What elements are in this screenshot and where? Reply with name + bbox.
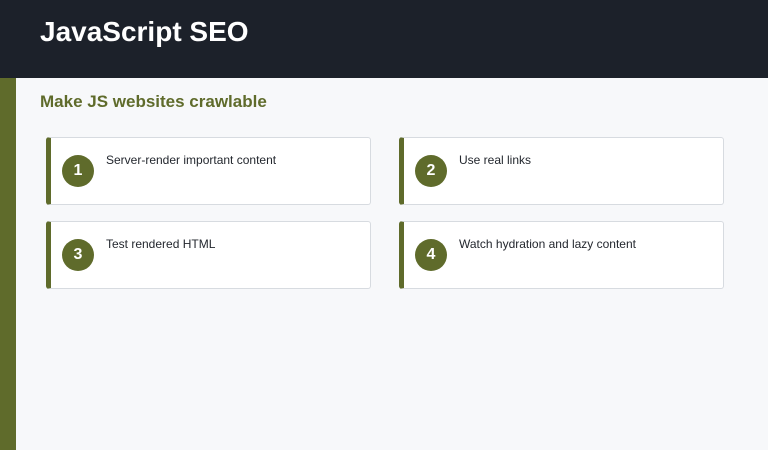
header-bar: JavaScript SEO <box>0 0 768 78</box>
step-text: Use real links <box>459 153 532 167</box>
step-number-badge: 1 <box>62 155 94 187</box>
step-text: Test rendered HTML <box>106 237 216 251</box>
section-subtitle: Make JS websites crawlable <box>40 92 267 111</box>
step-text: Server-render important content <box>106 153 277 167</box>
step-number-badge: 2 <box>415 155 447 187</box>
step-text: Watch hydration and lazy content <box>459 237 636 251</box>
step-card-4: 4 Watch hydration and lazy content <box>399 221 724 289</box>
step-number-badge: 4 <box>415 239 447 271</box>
step-number-badge: 3 <box>62 239 94 271</box>
step-card-1: 1 Server-render important content <box>46 137 371 205</box>
step-card-3: 3 Test rendered HTML <box>46 221 371 289</box>
page-title: JavaScript SEO <box>40 16 249 47</box>
step-card-2: 2 Use real links <box>399 137 724 205</box>
main-content: Make JS websites crawlable 1 Server-rend… <box>16 78 768 450</box>
accent-side-bar <box>0 78 16 450</box>
